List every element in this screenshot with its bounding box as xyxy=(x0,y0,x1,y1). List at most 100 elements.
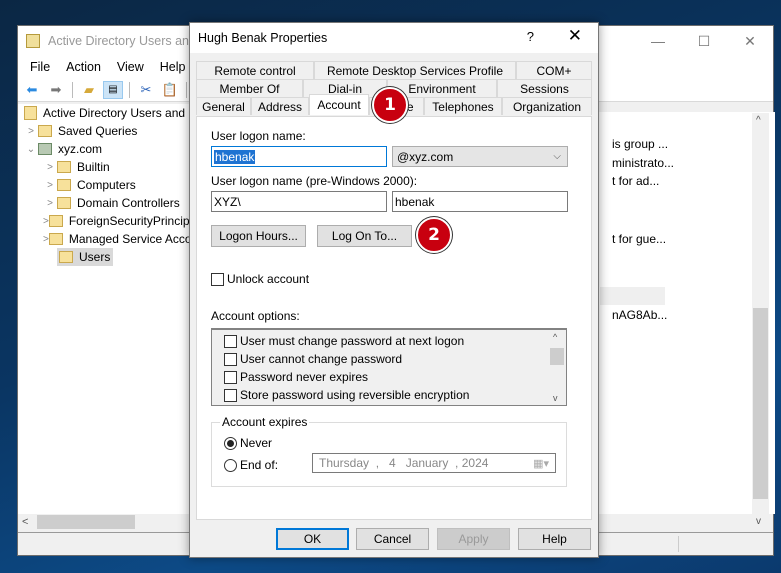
folder-icon xyxy=(57,161,71,173)
menu-view[interactable]: View xyxy=(109,60,152,74)
tree-item-domain[interactable]: ⌄ xyz.com xyxy=(18,140,189,158)
list-item-description: nAG8Ab... xyxy=(612,308,668,322)
tree-item-computers[interactable]: > Computers xyxy=(18,176,189,194)
tab-sessions[interactable]: Sessions xyxy=(497,79,592,97)
checkbox[interactable] xyxy=(224,352,237,366)
tab-remote-control[interactable]: Remote control xyxy=(196,61,314,79)
radio[interactable] xyxy=(224,458,237,472)
tree-root[interactable]: Active Directory Users and Computers xyxy=(18,104,189,122)
tab-telephones[interactable]: Telephones xyxy=(424,97,502,115)
scrollbar-thumb[interactable] xyxy=(550,348,564,365)
account-options-label: Account options: xyxy=(211,309,300,323)
scroll-down-icon[interactable]: v xyxy=(756,516,761,527)
scrollbar-thumb[interactable] xyxy=(753,308,768,499)
list-item-description: t for gue... xyxy=(612,232,667,246)
pre2000-domain-input[interactable]: XYZ\ xyxy=(211,191,387,212)
tab-rds-profile[interactable]: Remote Desktop Services Profile xyxy=(314,61,516,79)
options-scrollbar[interactable]: ^ v xyxy=(549,330,566,405)
unlock-account-checkbox[interactable]: Unlock account xyxy=(211,272,309,286)
radio-selected[interactable] xyxy=(224,436,237,450)
tree-horizontal-scrollbar[interactable]: < xyxy=(18,514,190,529)
help-question-button[interactable]: ? xyxy=(527,29,534,44)
never-radio[interactable]: Never xyxy=(224,436,272,450)
show-console-tree-icon[interactable]: ▤ xyxy=(103,80,123,99)
tab-address[interactable]: Address xyxy=(251,97,309,115)
user-logon-name-input[interactable]: hbenak xyxy=(211,146,387,167)
minimize-button[interactable]: — xyxy=(635,26,681,56)
scroll-down-icon[interactable]: v xyxy=(553,393,558,403)
menu-action[interactable]: Action xyxy=(58,60,109,74)
paste-icon[interactable]: 📋 xyxy=(160,81,180,99)
tree-item-managed-service-accounts[interactable]: > Managed Service Accounts xyxy=(18,230,189,248)
tab-general[interactable]: General xyxy=(196,97,251,115)
chevron-down-icon: ⌵ xyxy=(553,151,561,162)
folder-icon xyxy=(48,233,63,245)
dialog-title: Hugh Benak Properties xyxy=(198,31,328,45)
calendar-icon[interactable]: ▦▾ xyxy=(533,457,549,470)
aduc-app-icon xyxy=(26,34,40,48)
chevron-right-icon[interactable]: > xyxy=(43,180,57,191)
checkbox[interactable] xyxy=(224,388,237,402)
tree-item-users[interactable]: Users xyxy=(18,248,189,266)
menu-help[interactable]: Help xyxy=(152,60,194,74)
end-of-radio[interactable]: End of: xyxy=(224,458,278,472)
tree-item-builtin[interactable]: > Builtin xyxy=(18,158,189,176)
chevron-right-icon[interactable]: > xyxy=(43,162,57,173)
close-button[interactable]: ✕ xyxy=(727,26,773,56)
tab-com-plus[interactable]: COM+ xyxy=(516,61,592,79)
ou-folder-icon xyxy=(57,197,71,209)
logon-hours-button[interactable]: Logon Hours... xyxy=(211,225,306,247)
option-reversible-encryption[interactable]: Store password using reversible encrypti… xyxy=(224,388,469,402)
toolbar-separator xyxy=(186,81,187,98)
checkbox[interactable] xyxy=(211,272,224,286)
annotation-badge-2: 2 xyxy=(416,217,452,253)
cancel-button[interactable]: Cancel xyxy=(356,528,429,550)
scroll-up-icon[interactable]: ^ xyxy=(756,115,761,126)
tab-account[interactable]: Account xyxy=(309,94,369,115)
checkbox[interactable] xyxy=(224,370,237,384)
apply-button[interactable]: Apply xyxy=(437,528,510,550)
snapin-icon xyxy=(24,106,37,120)
pre2000-username-input[interactable]: hbenak xyxy=(392,191,568,212)
maximize-button[interactable]: ☐ xyxy=(681,26,727,56)
toolbar-separator xyxy=(72,81,73,98)
user-logon-name-label: User logon name: xyxy=(211,129,306,143)
tree-item-saved-queries[interactable]: > Saved Queries xyxy=(18,122,189,140)
aduc-title: Active Directory Users and xyxy=(48,34,196,48)
list-item-description: ministrato... xyxy=(612,156,675,170)
log-on-to-button[interactable]: Log On To... xyxy=(317,225,412,247)
tab-member-of[interactable]: Member Of xyxy=(196,79,303,97)
upn-suffix-dropdown[interactable]: @xyz.com ⌵ xyxy=(392,146,568,167)
tab-organization[interactable]: Organization xyxy=(502,97,592,115)
account-options-list: User must change password at next logon … xyxy=(211,328,567,406)
back-arrow-icon[interactable]: ⬅ xyxy=(22,81,42,99)
option-must-change-password[interactable]: User must change password at next logon xyxy=(224,334,464,348)
scroll-left-icon[interactable]: < xyxy=(18,516,28,528)
end-of-date-picker[interactable]: Thursday , 4 January , 2024 ▦▾ xyxy=(312,453,556,473)
checkbox[interactable] xyxy=(224,334,237,348)
chevron-right-icon[interactable]: > xyxy=(43,198,57,209)
folder-icon xyxy=(59,251,73,263)
folder-icon xyxy=(57,179,71,191)
annotation-badge-1: 1 xyxy=(372,87,408,123)
tree-item-foreign-security-principals[interactable]: > ForeignSecurityPrincipals xyxy=(18,212,189,230)
list-item-description: is group ... xyxy=(612,137,669,151)
tree-item-domain-controllers[interactable]: > Domain Controllers xyxy=(18,194,189,212)
forward-arrow-icon[interactable]: ➡ xyxy=(46,81,66,99)
scrollbar-thumb[interactable] xyxy=(37,514,135,529)
option-password-never-expires[interactable]: Password never expires xyxy=(224,370,368,384)
scroll-up-icon[interactable]: ^ xyxy=(553,332,557,342)
cut-icon[interactable]: ✂ xyxy=(136,81,156,99)
menu-file[interactable]: File xyxy=(22,60,58,74)
up-folder-icon[interactable]: ▰ xyxy=(79,81,99,99)
dialog-close-button[interactable]: ✕ xyxy=(568,26,582,46)
chevron-down-icon[interactable]: ⌄ xyxy=(24,144,38,155)
selected-row-highlight xyxy=(600,287,665,305)
ok-button[interactable]: OK xyxy=(276,528,349,550)
help-button[interactable]: Help xyxy=(518,528,591,550)
console-tree: Active Directory Users and Computers > S… xyxy=(18,104,190,519)
chevron-right-icon[interactable]: > xyxy=(24,126,38,137)
details-vertical-scrollbar[interactable]: ^ v xyxy=(752,113,769,529)
pre2000-label: User logon name (pre-Windows 2000): xyxy=(211,174,418,188)
option-cannot-change-password[interactable]: User cannot change password xyxy=(224,352,402,366)
